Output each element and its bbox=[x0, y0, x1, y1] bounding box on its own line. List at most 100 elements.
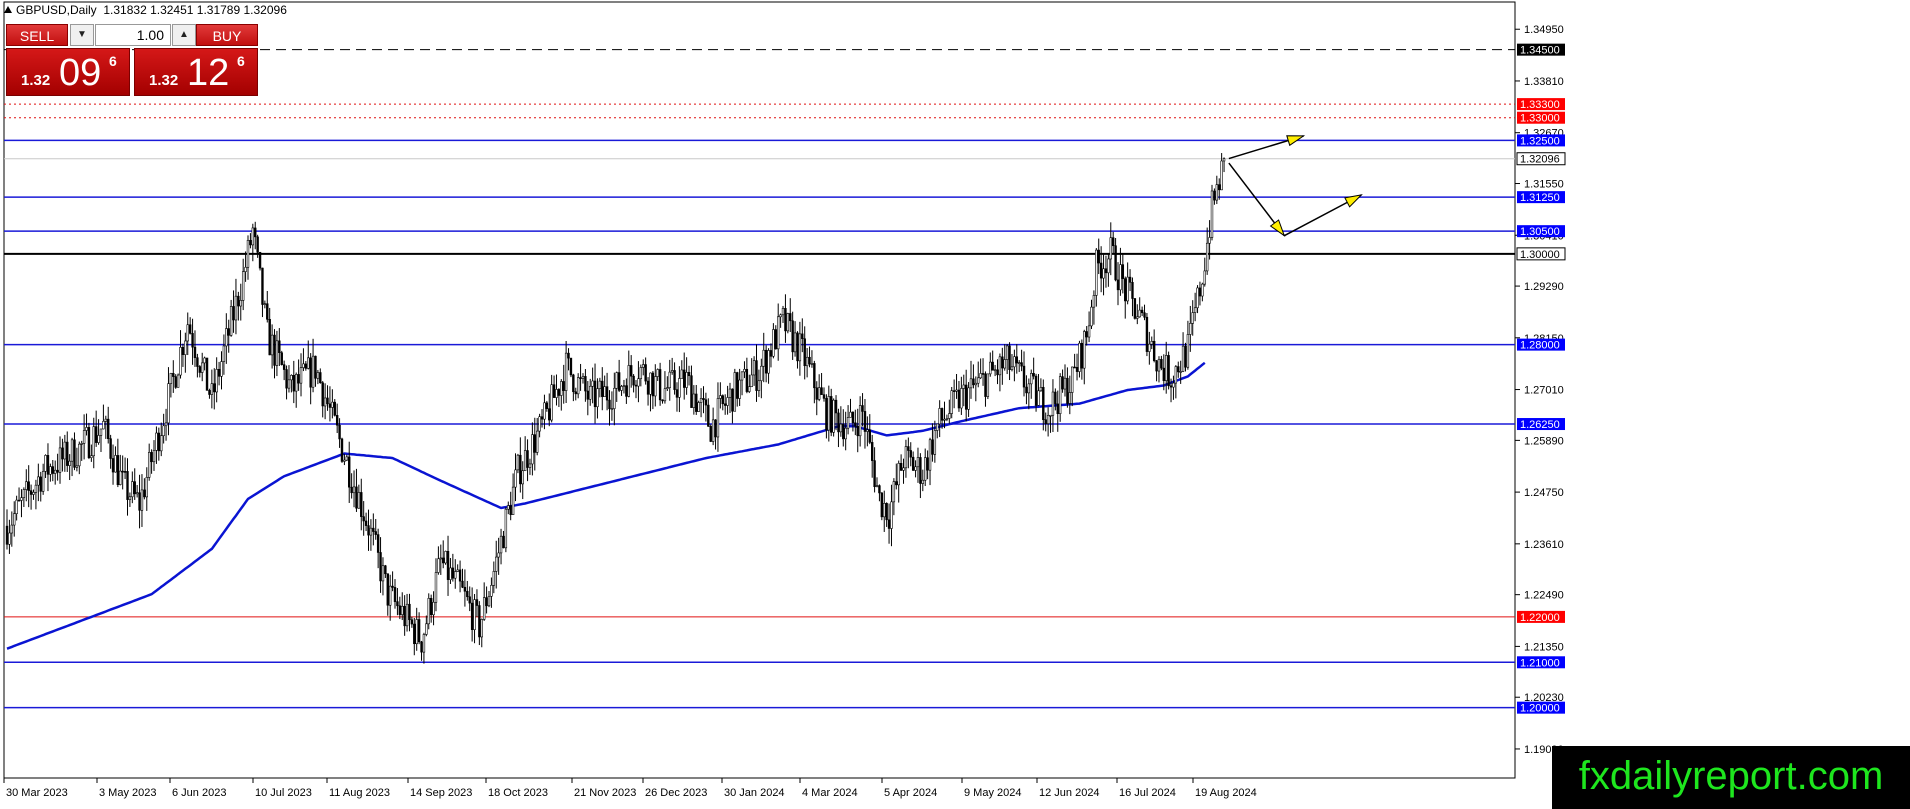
candle-body bbox=[1155, 360, 1158, 372]
candle-body bbox=[767, 350, 770, 374]
lot-decrease-icon[interactable]: ▼ bbox=[70, 24, 94, 46]
candle-body bbox=[335, 415, 339, 426]
candle-body bbox=[904, 446, 908, 469]
candle-body bbox=[656, 369, 659, 377]
candle-body bbox=[642, 364, 645, 368]
candle-body bbox=[586, 390, 590, 400]
candle-body bbox=[562, 381, 565, 391]
candle-body bbox=[885, 503, 888, 521]
candle-body bbox=[740, 371, 744, 381]
candle-body bbox=[386, 573, 389, 606]
candle-body bbox=[615, 372, 618, 389]
candle-body bbox=[239, 300, 242, 307]
candle-body bbox=[58, 447, 62, 473]
candle-body bbox=[1046, 415, 1050, 424]
candle-body bbox=[396, 601, 399, 607]
candle-body bbox=[126, 471, 129, 500]
candle-body bbox=[398, 605, 402, 615]
buy-button[interactable]: BUY bbox=[196, 24, 258, 46]
candle-body bbox=[232, 306, 235, 321]
candle-body bbox=[1104, 268, 1108, 274]
candle-body bbox=[711, 419, 715, 442]
candle-body bbox=[299, 367, 303, 384]
candle-body bbox=[292, 374, 295, 392]
ohlc-values: 1.31832 1.32451 1.31789 1.32096 bbox=[103, 3, 287, 17]
candle-body bbox=[1162, 367, 1166, 381]
candle-body bbox=[104, 418, 108, 422]
candle-body bbox=[405, 603, 409, 627]
candle-body bbox=[340, 438, 344, 462]
candle-body bbox=[1172, 382, 1175, 388]
candle-body bbox=[552, 384, 556, 398]
candle-body bbox=[632, 375, 635, 386]
candle-body bbox=[131, 481, 134, 498]
candle-body bbox=[589, 385, 592, 400]
candle-body bbox=[709, 426, 712, 442]
lot-increase-icon[interactable]: ▲ bbox=[172, 24, 196, 46]
candle-body bbox=[596, 388, 599, 408]
candle-body bbox=[1090, 306, 1093, 327]
candle-body bbox=[1220, 160, 1223, 191]
candle-body bbox=[15, 499, 18, 514]
candle-body bbox=[644, 364, 647, 382]
candle-body bbox=[473, 599, 476, 630]
candle-body bbox=[420, 641, 423, 653]
candle-body bbox=[861, 405, 864, 412]
candle-body bbox=[249, 239, 252, 246]
candle-body bbox=[502, 535, 505, 549]
candle-body bbox=[319, 372, 322, 384]
lot-size-input[interactable]: 1.00 bbox=[95, 24, 171, 46]
candle-body bbox=[1005, 345, 1009, 360]
candle-body bbox=[661, 399, 664, 402]
candle-body bbox=[936, 423, 939, 431]
candle-body bbox=[531, 434, 534, 465]
candle-body bbox=[1119, 264, 1122, 291]
candle-body bbox=[432, 601, 435, 616]
candle-body bbox=[119, 470, 122, 485]
candle-body bbox=[762, 349, 765, 367]
candle-body bbox=[945, 418, 949, 420]
collapse-triangle-icon[interactable] bbox=[4, 6, 12, 13]
price-chart[interactable]: 1.349501.338101.326701.315501.304101.292… bbox=[0, 0, 1910, 809]
candle-body bbox=[1198, 287, 1202, 297]
level-price-label: 1.32500 bbox=[1520, 135, 1560, 147]
candle-body bbox=[1222, 158, 1226, 162]
candle-body bbox=[598, 380, 602, 389]
candle-body bbox=[220, 361, 223, 377]
sell-button[interactable]: SELL bbox=[6, 24, 68, 46]
candle-body bbox=[408, 603, 411, 621]
candle-body bbox=[186, 324, 189, 342]
buy-price-box[interactable]: 1.32 12 6 bbox=[134, 48, 258, 96]
candle-body bbox=[984, 373, 987, 397]
candle-body bbox=[1191, 312, 1194, 324]
candle-body bbox=[986, 373, 990, 397]
candle-body bbox=[256, 236, 259, 253]
candle-body bbox=[364, 520, 368, 526]
candle-body bbox=[967, 387, 970, 410]
candle-body bbox=[475, 599, 479, 606]
candle-body bbox=[362, 516, 365, 522]
candle-body bbox=[716, 398, 720, 438]
sell-price-box[interactable]: 1.32 09 6 bbox=[6, 48, 130, 96]
candle-body bbox=[201, 362, 204, 373]
candle-body bbox=[772, 329, 775, 357]
candle-body bbox=[962, 384, 965, 389]
candle-body bbox=[188, 324, 192, 334]
candle-body bbox=[485, 597, 488, 607]
candle-body bbox=[1039, 386, 1043, 392]
candle-body bbox=[977, 377, 980, 384]
candle-body bbox=[1107, 258, 1110, 274]
candle-body bbox=[895, 481, 898, 486]
candle-body bbox=[150, 452, 153, 463]
candle-body bbox=[1001, 356, 1004, 369]
candle-body bbox=[704, 399, 708, 406]
candle-body bbox=[34, 484, 38, 493]
candle-body bbox=[229, 306, 233, 336]
candle-body bbox=[926, 457, 929, 471]
candle-body bbox=[1049, 414, 1052, 417]
candle-body bbox=[8, 532, 11, 545]
candle-body bbox=[666, 387, 669, 390]
y-tick-label: 1.27010 bbox=[1524, 385, 1564, 397]
candle-body bbox=[933, 430, 937, 455]
candle-body bbox=[507, 505, 510, 510]
